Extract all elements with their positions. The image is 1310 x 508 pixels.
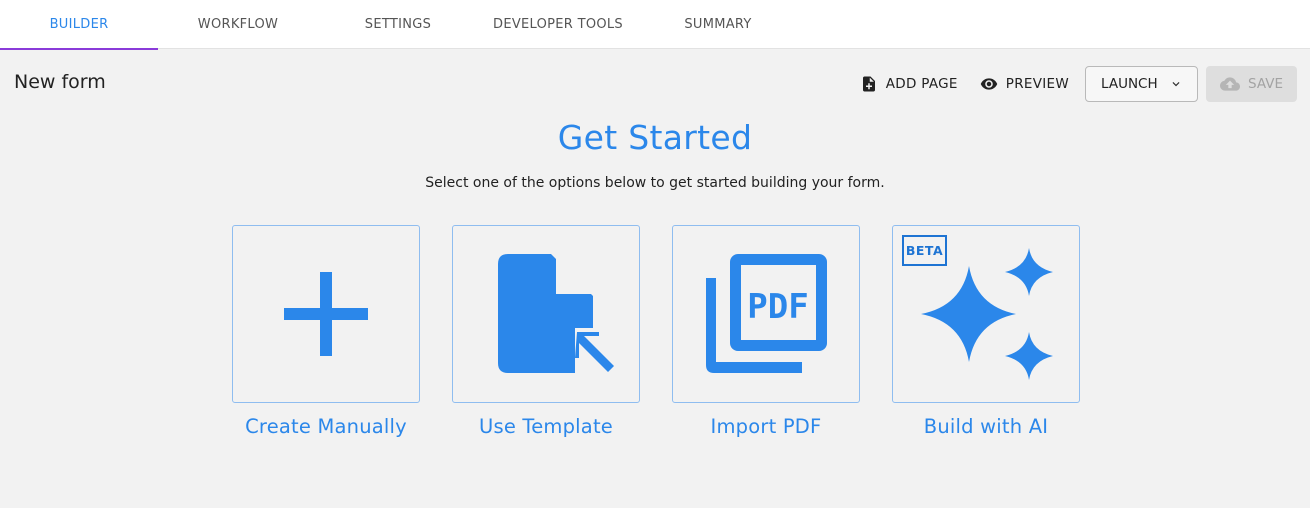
beta-badge: BETA [902,235,947,266]
build-with-ai-option[interactable]: BETA Build with AI [892,225,1080,438]
preview-label: PREVIEW [1005,76,1069,92]
add-page-label: ADD PAGE [885,76,958,92]
get-started-title: Get Started [557,118,753,157]
eye-icon [980,78,997,90]
chevron-down-icon [1172,82,1180,87]
tab-developer-tools[interactable]: DEVELOPER TOOLS [478,0,638,49]
pdf-icon: PDF [706,254,827,373]
import-pdf-option[interactable]: PDF Import PDF [672,225,860,438]
add-page-icon [862,76,875,92]
tab-settings[interactable]: SETTINGS [318,0,478,49]
use-template-card[interactable] [452,225,640,403]
build-with-ai-label: Build with AI [923,415,1049,438]
create-manually-card[interactable] [232,225,420,403]
use-template-option[interactable]: Use Template [452,225,640,438]
launch-label: LAUNCH [1101,76,1158,92]
template-file-icon [498,254,614,373]
get-started-subtitle: Select one of the options below to get s… [425,175,885,191]
tab-bar: BUILDER WORKFLOW SETTINGS DEVELOPER TOOL… [0,0,1310,50]
save-label: SAVE [1248,76,1283,92]
form-title: New form [14,71,106,93]
add-page-button[interactable]: ADD PAGE [852,66,966,102]
tab-workflow[interactable]: WORKFLOW [158,0,318,49]
preview-button[interactable]: PREVIEW [972,66,1077,102]
tab-summary[interactable]: SUMMARY [638,0,798,49]
save-button[interactable]: SAVE [1206,66,1297,102]
launch-dropdown[interactable]: LAUNCH [1085,66,1198,102]
svg-text:PDF: PDF [747,287,808,327]
tab-builder[interactable]: BUILDER [0,0,158,50]
cloud-upload-icon [1220,77,1241,91]
plus-icon [284,272,368,356]
header-actions: ADD PAGE PREVIEW LAUNCH SAVE [852,66,1297,102]
create-manually-option[interactable]: Create Manually [232,225,420,438]
import-pdf-card[interactable]: PDF [672,225,860,403]
build-with-ai-card[interactable]: BETA [892,225,1080,403]
